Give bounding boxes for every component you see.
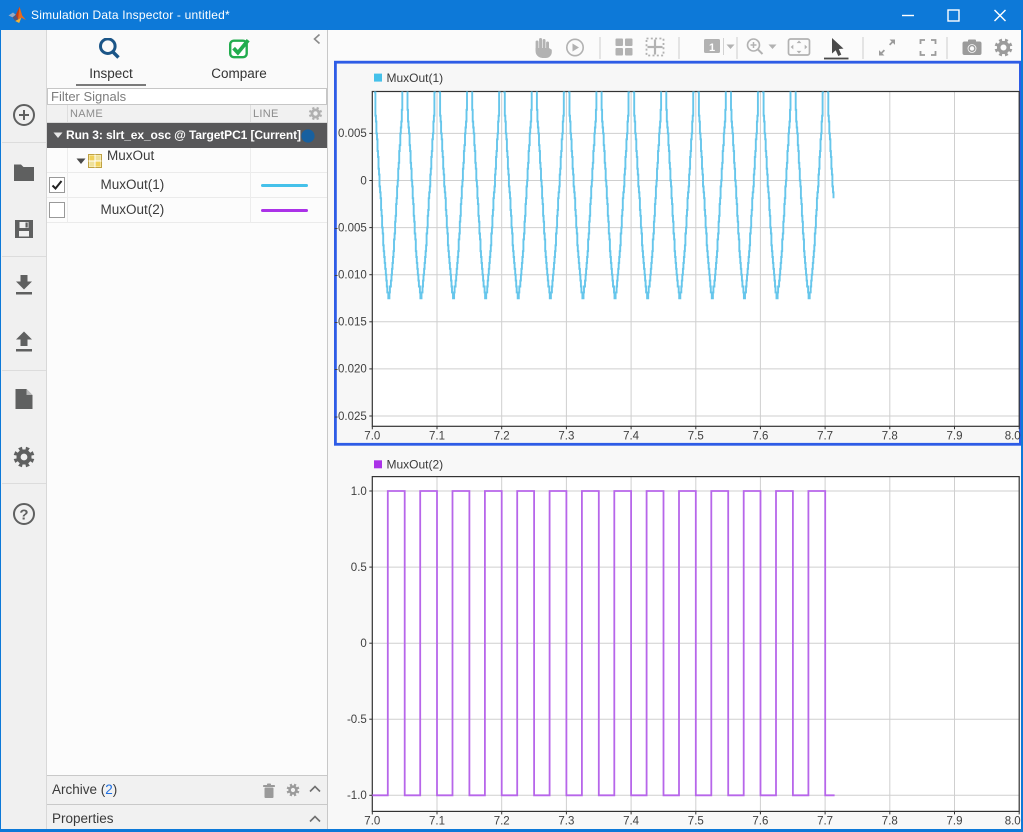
svg-text:0: 0 xyxy=(360,175,366,187)
svg-text:7.4: 7.4 xyxy=(623,431,640,443)
svg-text:-0.5: -0.5 xyxy=(347,714,367,726)
svg-text:7.9: 7.9 xyxy=(947,431,963,443)
svg-text:7.5: 7.5 xyxy=(688,431,704,443)
svg-text:7.6: 7.6 xyxy=(752,816,768,828)
svg-text:1.0: 1.0 xyxy=(351,486,367,498)
svg-text:7.5: 7.5 xyxy=(688,816,704,828)
svg-text:0.005: 0.005 xyxy=(338,128,367,140)
svg-text:-0.020: -0.020 xyxy=(334,364,367,376)
svg-text:7.2: 7.2 xyxy=(494,816,510,828)
svg-text:7.7: 7.7 xyxy=(817,431,833,443)
svg-text:7.3: 7.3 xyxy=(558,816,574,828)
svg-text:7.1: 7.1 xyxy=(429,431,445,443)
svg-text:8.0: 8.0 xyxy=(1005,431,1021,443)
svg-text:-0.010: -0.010 xyxy=(334,270,367,282)
svg-text:7.7: 7.7 xyxy=(817,816,833,828)
svg-text:-0.005: -0.005 xyxy=(334,222,367,234)
svg-text:7.8: 7.8 xyxy=(882,816,898,828)
svg-text:0.5: 0.5 xyxy=(351,562,367,574)
svg-text:7.2: 7.2 xyxy=(494,431,510,443)
svg-text:-0.015: -0.015 xyxy=(334,317,367,329)
svg-text:7.1: 7.1 xyxy=(429,816,445,828)
svg-text:7.6: 7.6 xyxy=(752,431,768,443)
svg-text:-1.0: -1.0 xyxy=(347,790,367,802)
svg-text:-0.025: -0.025 xyxy=(334,411,367,423)
svg-text:7.8: 7.8 xyxy=(882,431,898,443)
svg-text:MuxOut(1): MuxOut(1) xyxy=(387,71,444,85)
svg-text:MuxOut(2): MuxOut(2) xyxy=(387,457,444,471)
svg-text:8.0: 8.0 xyxy=(1005,816,1021,828)
svg-text:7.9: 7.9 xyxy=(947,816,963,828)
svg-text:1: 1 xyxy=(709,42,715,54)
svg-text:0: 0 xyxy=(360,638,366,650)
svg-text:?: ? xyxy=(19,507,28,524)
svg-text:7.0: 7.0 xyxy=(364,431,380,443)
svg-text:7.3: 7.3 xyxy=(558,431,574,443)
svg-text:7.4: 7.4 xyxy=(623,816,640,828)
svg-text:7.0: 7.0 xyxy=(364,816,380,828)
